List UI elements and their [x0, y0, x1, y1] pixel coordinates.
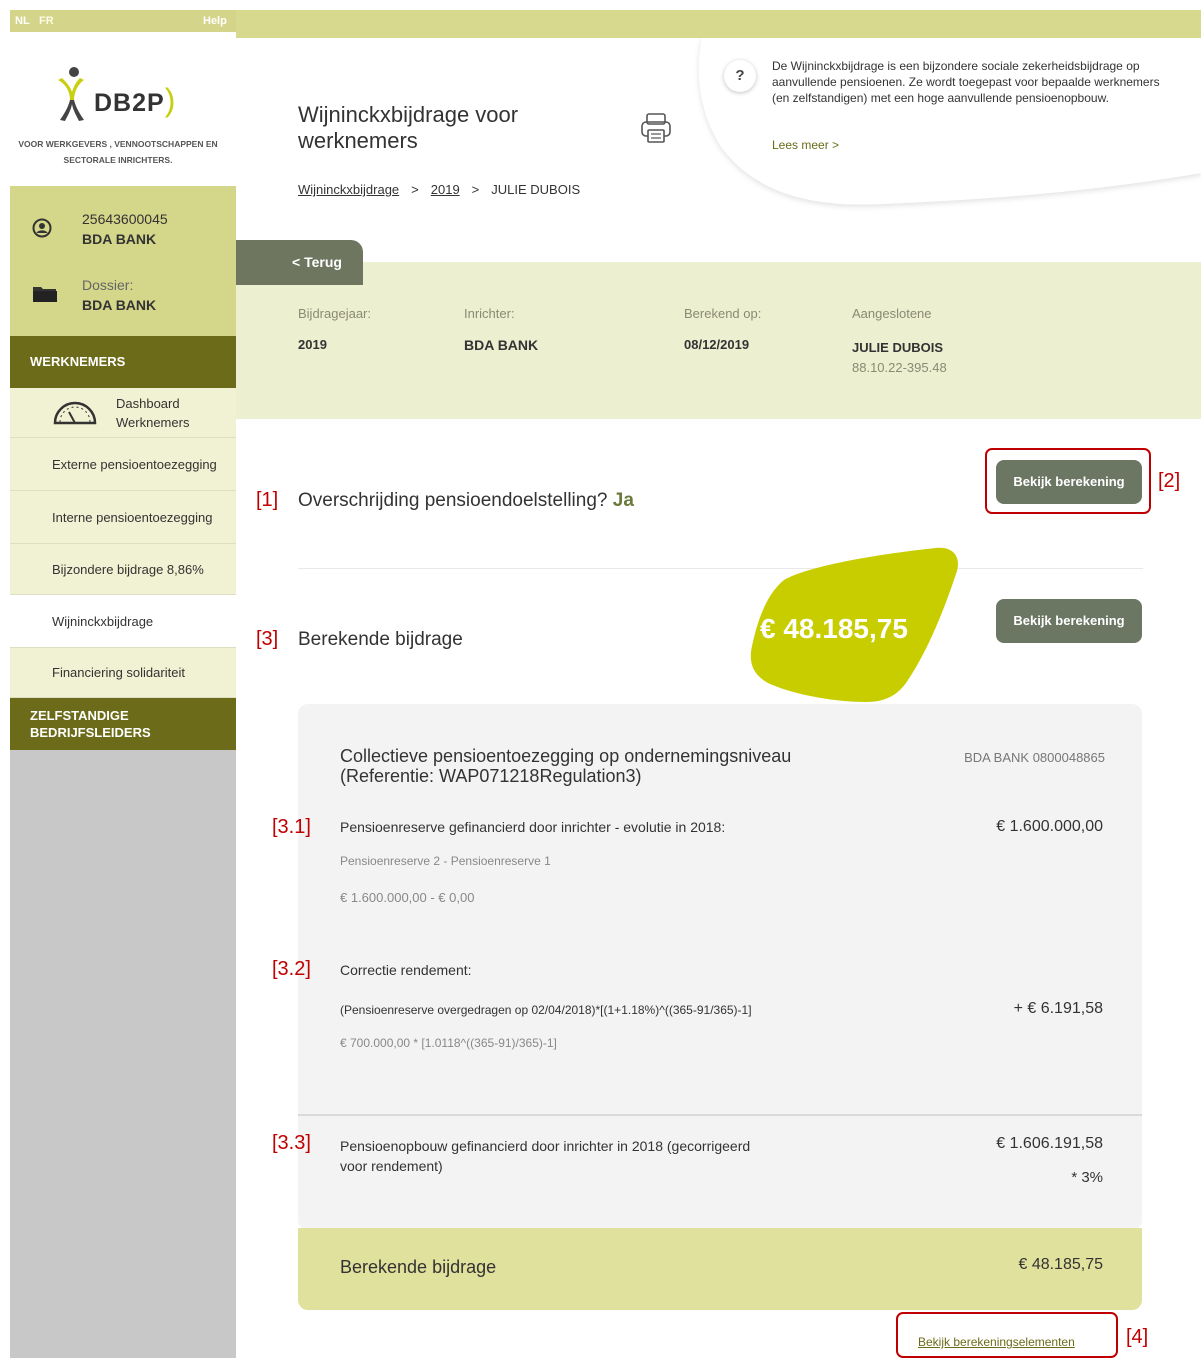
breadcrumb-separator: > — [471, 182, 480, 197]
gauge-icon — [53, 401, 97, 425]
annotation-marker-2: [2] — [1158, 470, 1181, 492]
view-calculation-button-contribution[interactable]: Bekijk berekening — [996, 599, 1142, 643]
pension-build-up-label-2: voor rendement) — [340, 1158, 443, 1174]
logo-figure-icon — [58, 67, 84, 121]
help-button[interactable]: Help — [200, 12, 230, 30]
logo-area: DB2P) VOOR WERKGEVERS , VENNOOTSCHAPPEN … — [0, 36, 236, 186]
sidebar-item-financiering-solidariteit[interactable]: Financiering solidariteit — [10, 648, 236, 698]
annotation-marker-3-3: [3.3] — [272, 1132, 311, 1154]
pension-build-up-label-1: Pensioenopbouw gefinancierd door inricht… — [340, 1138, 751, 1154]
info-text: De Wijninckxbijdrage is een bijzondere s… — [772, 59, 1160, 105]
logo-tagline-2: SECTORALE INRICHTERS. — [63, 155, 173, 165]
back-button[interactable]: < Terug — [236, 240, 363, 285]
dossier-name: BDA BANK — [82, 297, 157, 313]
summary-year-value: 2019 — [298, 337, 327, 352]
annotation-marker-3-2: [3.2] — [272, 958, 311, 980]
calculated-amount: € 48.185,75 — [760, 613, 908, 644]
dashboard-label-2: Werknemers — [116, 415, 190, 430]
panel-title: Collectieve pensioentoezegging op ondern… — [340, 746, 791, 786]
sidebar-section-zelfstandige-bedrijfsleiders[interactable]: ZELFSTANDIGE BEDRIJFSLEIDERS — [10, 698, 236, 750]
pension-build-up-label: Pensioenopbouw gefinancierd door inricht… — [340, 1136, 750, 1176]
footer-contribution-amount: € 48.185,75 — [1018, 1256, 1103, 1273]
account-name: BDA BANK — [82, 231, 157, 247]
pension-build-up-factor: * 3% — [1071, 1169, 1103, 1186]
sidebar-section-label: ZELFSTANDIGE — [30, 708, 129, 723]
sidebar-section-label: WERKNEMERS — [30, 354, 126, 369]
sidebar-item-label: Wijninckxbijdrage — [52, 614, 154, 629]
lang-nl-button[interactable]: NL — [12, 12, 33, 30]
return-correction-label: Correctie rendement: — [340, 962, 472, 978]
reserve-evolution-values: € 1.600.000,00 - € 0,00 — [340, 890, 475, 905]
sidebar-item-dashboard[interactable]: Dashboard Werknemers — [10, 388, 236, 438]
summary-member-id: 88.10.22-395.48 — [852, 360, 947, 375]
logo-name: DB2P — [94, 89, 165, 117]
view-calculation-button-overrun[interactable]: Bekijk berekening — [996, 460, 1142, 504]
return-correction-formula: (Pensioenreserve overgedragen op 02/04/2… — [340, 1003, 752, 1017]
panel-divider — [298, 1114, 1142, 1116]
lang-fr-button[interactable]: FR — [36, 12, 57, 30]
annotation-marker-3-1: [3.1] — [272, 816, 311, 838]
page-title-line-2: werknemers — [298, 128, 418, 153]
summary-calc-date-label: Berekend op: — [684, 306, 762, 321]
sidebar-item-interne-pensioentoezegging[interactable]: Interne pensioentoezegging — [10, 491, 236, 544]
annotation-marker-1: [1] — [256, 489, 279, 511]
panel-employer: BDA BANK 0800048865 — [964, 750, 1105, 765]
summary-organizer-value: BDA BANK — [464, 337, 539, 353]
sidebar-section-label: BEDRIJFSLEIDERS — [30, 725, 151, 740]
section-divider — [298, 568, 1143, 569]
logo-tagline-1: VOOR WERKGEVERS , VENNOOTSCHAPPEN EN — [18, 139, 218, 149]
sidebar-item-label: Financiering solidariteit — [52, 665, 185, 680]
summary-year-label: Bijdragejaar: — [298, 306, 371, 321]
overrun-question-row: Overschrijding pensioendoelstelling? Ja — [298, 490, 634, 512]
account-panel: 25643600045 BDA BANK Dossier: BDA BANK — [10, 186, 236, 336]
annotation-marker-4: [4] — [1126, 1326, 1149, 1348]
user-icon — [32, 218, 52, 238]
panel-title-line-1: Collectieve pensioentoezegging op ondern… — [340, 746, 792, 766]
breadcrumb-separator: > — [411, 182, 419, 197]
sidebar-item-bijzondere-bijdrage[interactable]: Bijzondere bijdrage 8,86% — [10, 544, 236, 595]
breadcrumb-year-link[interactable]: 2019 — [431, 182, 460, 197]
pension-build-up-amount: € 1.606.191,58 — [996, 1135, 1103, 1152]
summary-member-label: Aangeslotene — [852, 306, 932, 321]
page-title: Wijninckxbijdrage voor werknemers — [298, 102, 518, 154]
logo-text: DB2P) — [94, 82, 177, 118]
sidebar-item-label: Externe pensioentoezegging — [52, 457, 217, 472]
reserve-evolution-amount: € 1.600.000,00 — [996, 818, 1103, 835]
dashboard-label-1: Dashboard — [116, 396, 180, 411]
sidebar-item-wijninckxbijdrage[interactable]: Wijninckxbijdrage — [10, 595, 236, 648]
return-correction-values: € 700.000,00 * [1.0118^((365-91)/365)-1] — [340, 1036, 557, 1050]
account-number: 25643600045 — [82, 211, 168, 227]
sidebar-item-externe-pensioentoezegging[interactable]: Externe pensioentoezegging — [10, 438, 236, 491]
breadcrumb-current: JULIE DUBOIS — [491, 182, 581, 197]
panel-title-line-2: (Referentie: WAP071218Regulation3) — [340, 766, 642, 786]
sidebar-item-label: Bijzondere bijdrage 8,86% — [52, 562, 204, 577]
summary-calc-date-value: 08/12/2019 — [684, 337, 750, 352]
calculated-contribution-title: Berekende bijdrage — [298, 629, 463, 650]
read-more-link[interactable]: Lees meer > — [772, 138, 839, 152]
reserve-evolution-label: Pensioenreserve gefinancierd door inrich… — [340, 819, 726, 835]
summary-organizer-label: Inrichter: — [464, 306, 515, 321]
footer-contribution-label: Berekende bijdrage — [340, 1257, 497, 1277]
overrun-question: Overschrijding pensioendoelstelling? — [298, 490, 608, 511]
reserve-evolution-formula: Pensioenreserve 2 - Pensioenreserve 1 — [340, 854, 551, 868]
summary-member-name: JULIE DUBOIS — [852, 340, 944, 355]
sidebar-section-werknemers[interactable]: WERKNEMERS — [10, 336, 236, 388]
sidebar-item-label: Interne pensioentoezegging — [52, 510, 213, 525]
overrun-answer: Ja — [612, 490, 634, 511]
annotation-marker-3: [3] — [256, 628, 279, 650]
return-correction-amount: + € 6.191,58 — [1013, 1000, 1103, 1017]
help-question-icon[interactable]: ? — [724, 60, 756, 92]
breadcrumb-root-link[interactable]: Wijninckxbijdrage — [298, 182, 399, 197]
folder-icon — [33, 287, 57, 302]
dossier-label: Dossier: — [82, 277, 134, 293]
print-icon[interactable] — [638, 110, 674, 146]
view-calculation-elements-link[interactable]: Bekijk berekeningselementen — [918, 1335, 1075, 1349]
page-title-line-1: Wijninckxbijdrage voor — [298, 102, 519, 127]
top-bar — [236, 10, 1201, 38]
breadcrumb: Wijninckxbijdrage >2019 > JULIE DUBOIS — [298, 182, 580, 197]
